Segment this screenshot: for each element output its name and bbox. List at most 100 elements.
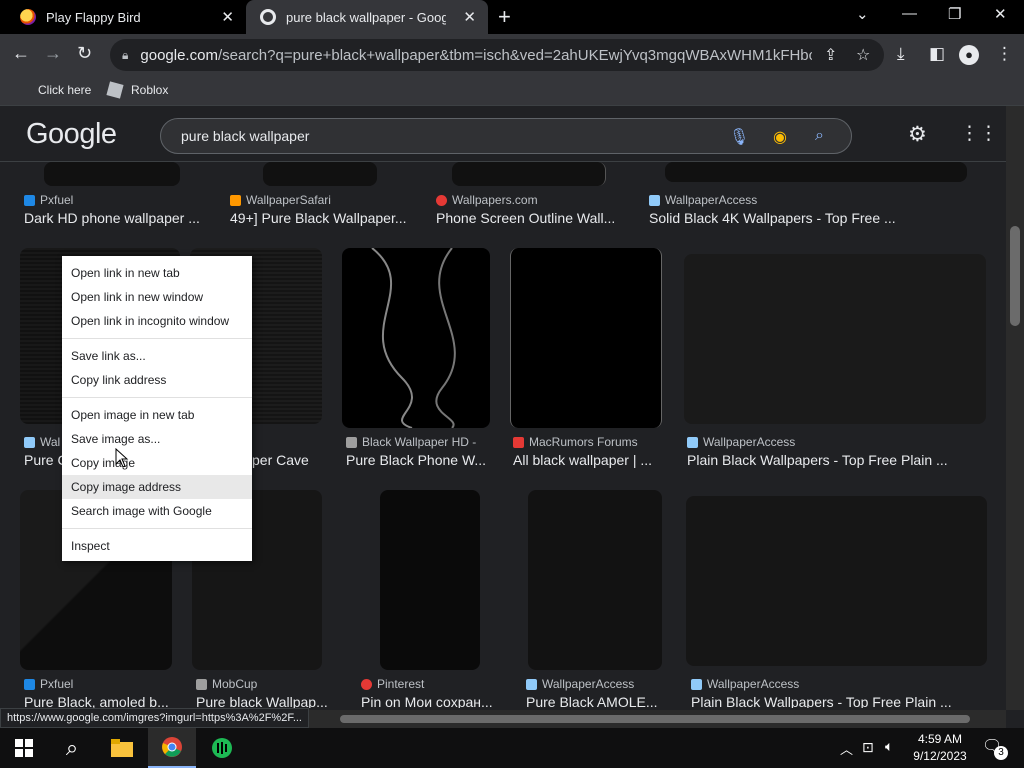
result-source[interactable]: Wallpapers.com xyxy=(436,193,538,207)
menu-open-link-new-window[interactable]: Open link in new window xyxy=(62,285,252,309)
restore-icon[interactable]: ❐ xyxy=(948,5,961,23)
tab-search-chevron-icon[interactable]: ⌄ xyxy=(856,5,869,23)
address-bar[interactable]: 🔒︎ google.com/search?q=pure+black+wallpa… xyxy=(110,39,884,71)
menu-save-image-as[interactable]: Save image as... xyxy=(62,427,252,451)
reload-icon[interactable]: ↻ xyxy=(77,43,92,64)
network-icon[interactable]: ⊡ xyxy=(862,739,874,756)
chrome-taskbar-icon[interactable] xyxy=(148,728,196,768)
source-favicon xyxy=(513,436,524,448)
download-icon[interactable]: ⤓ xyxy=(897,44,905,64)
bookmark-star-icon[interactable]: ☆ xyxy=(856,45,870,65)
result-title[interactable]: All black wallpaper | ... xyxy=(513,452,663,468)
result-title[interactable]: 49+] Pure Black Wallpaper... xyxy=(230,210,420,226)
browser-menu-icon[interactable]: ⋮ xyxy=(996,44,1013,64)
tab-google-search[interactable]: pure black wallpaper - Google Se ✕ xyxy=(246,0,488,34)
google-logo[interactable]: Google xyxy=(26,118,117,151)
result-title[interactable]: Pin on Мои сохран... xyxy=(361,694,501,708)
source-favicon xyxy=(24,436,35,448)
context-menu: Open link in new tab Open link in new wi… xyxy=(62,256,252,561)
lock-icon[interactable]: 🔒︎ xyxy=(122,48,128,63)
result-title[interactable]: Phone Screen Outline Wall... xyxy=(436,210,626,226)
menu-open-link-incognito[interactable]: Open link in incognito window xyxy=(62,309,252,333)
result-title[interactable]: Dark HD phone wallpaper ... xyxy=(24,210,214,226)
settings-gear-icon[interactable]: ⚙ xyxy=(908,122,927,147)
new-tab-icon[interactable]: + xyxy=(498,4,511,30)
result-source[interactable]: MobCup xyxy=(196,677,257,691)
result-source[interactable]: Black Wallpaper HD - xyxy=(346,435,476,449)
apps-grid-icon[interactable]: ⋮⋮ xyxy=(960,122,998,145)
horizontal-scroll-thumb[interactable] xyxy=(340,715,970,723)
result-title[interactable]: Solid Black 4K Wallpapers - Top Free ... xyxy=(649,210,909,226)
result-image[interactable] xyxy=(684,254,986,424)
close-tab-icon[interactable]: ✕ xyxy=(221,8,234,26)
tab-flappy-bird[interactable]: Play Flappy Bird ✕ xyxy=(0,0,246,34)
result-title[interactable]: Pure Black Phone W... xyxy=(346,452,494,468)
menu-save-link-as[interactable]: Save link as... xyxy=(62,344,252,368)
result-title[interactable]: Plain Black Wallpapers - Top Free Plain … xyxy=(687,452,957,468)
result-image[interactable] xyxy=(528,490,662,670)
app-taskbar-icon[interactable] xyxy=(198,728,246,768)
url-path: /search?q=pure+black+wallpaper&tbm=isch&… xyxy=(217,46,813,64)
menu-copy-image[interactable]: Copy image xyxy=(62,451,252,475)
menu-copy-image-address[interactable]: Copy image address xyxy=(62,475,252,499)
search-taskbar-icon[interactable]: ⌕ xyxy=(48,728,96,768)
result-source[interactable]: WallpaperAccess xyxy=(687,435,795,449)
vertical-scroll-thumb[interactable] xyxy=(1010,226,1020,326)
result-image[interactable] xyxy=(665,162,967,182)
result-source[interactable]: Wal xyxy=(24,435,60,449)
side-panel-icon[interactable]: ◧ xyxy=(929,44,945,64)
result-source[interactable]: Pxfuel xyxy=(24,677,73,691)
mouse-cursor-icon xyxy=(115,448,129,468)
result-title[interactable]: Pure Black AMOLE... xyxy=(526,694,666,708)
result-title[interactable]: Pure black Wallpap... xyxy=(196,694,336,708)
result-title[interactable]: Pure Black, amoled b... xyxy=(24,694,172,708)
result-source[interactable]: Pxfuel xyxy=(24,193,73,207)
forward-icon[interactable]: → xyxy=(44,43,62,64)
menu-open-image-new-tab[interactable]: Open image in new tab xyxy=(62,403,252,427)
result-source[interactable]: WallpaperSafari xyxy=(230,193,331,207)
profile-avatar-icon[interactable]: ● xyxy=(959,45,979,65)
menu-open-link-new-tab[interactable]: Open link in new tab xyxy=(62,261,252,285)
lens-icon[interactable]: ◉ xyxy=(773,127,787,147)
bookmark-click-here[interactable]: Click here xyxy=(38,83,91,97)
tab-title: Play Flappy Bird xyxy=(46,9,141,25)
system-clock[interactable]: 4:59 AM 9/12/2023 xyxy=(900,731,980,765)
minimize-icon[interactable]: — xyxy=(902,5,917,22)
result-image[interactable] xyxy=(686,496,987,666)
result-source[interactable]: WallpaperAccess xyxy=(649,193,757,207)
volume-muted-icon[interactable]: 🔈︎ xyxy=(885,738,893,755)
google-favicon xyxy=(260,9,276,25)
file-explorer-icon[interactable] xyxy=(98,728,146,768)
smoke-art-image xyxy=(371,248,456,428)
windows-start-icon[interactable] xyxy=(0,728,48,768)
close-window-icon[interactable]: ✕ xyxy=(994,5,1007,23)
result-image[interactable] xyxy=(380,490,480,670)
search-icon[interactable]: ⌕ xyxy=(815,127,824,145)
bookmark-roblox[interactable]: Roblox xyxy=(106,81,168,99)
source-label: Pxfuel xyxy=(40,193,74,207)
menu-inspect[interactable]: Inspect xyxy=(62,534,252,558)
menu-search-image-with-google[interactable]: Search image with Google xyxy=(62,499,252,523)
result-image[interactable] xyxy=(263,162,377,186)
show-hidden-icons-chevron[interactable]: ︿ xyxy=(840,739,853,758)
source-label: Wallpapers.com xyxy=(452,193,538,207)
result-source[interactable]: WallpaperAccess xyxy=(526,677,634,691)
voice-search-icon[interactable]: 🎙︎ xyxy=(729,127,749,147)
result-image[interactable] xyxy=(452,162,606,186)
search-query[interactable]: pure black wallpaper xyxy=(181,128,309,144)
result-image[interactable] xyxy=(342,248,490,428)
result-title[interactable]: Plain Black Wallpapers - Top Free Plain … xyxy=(691,694,961,708)
vertical-scrollbar[interactable] xyxy=(1006,106,1024,710)
url-text[interactable]: google.com/search?q=pure+black+wallpaper… xyxy=(140,47,812,64)
result-image[interactable] xyxy=(44,162,180,186)
result-image[interactable] xyxy=(510,248,662,428)
result-source[interactable]: Pinterest xyxy=(361,677,424,691)
menu-copy-link-address[interactable]: Copy link address xyxy=(62,368,252,392)
result-source[interactable]: MacRumors Forums xyxy=(513,435,638,449)
result-source[interactable]: WallpaperAccess xyxy=(691,677,799,691)
search-box[interactable]: pure black wallpaper 🎙︎ ◉ ⌕ xyxy=(160,118,852,154)
share-icon[interactable]: ⇪ xyxy=(824,45,837,65)
close-tab-icon[interactable]: ✕ xyxy=(463,8,476,26)
back-icon[interactable]: ← xyxy=(12,43,30,64)
result-title[interactable]: per Cave xyxy=(252,452,322,468)
